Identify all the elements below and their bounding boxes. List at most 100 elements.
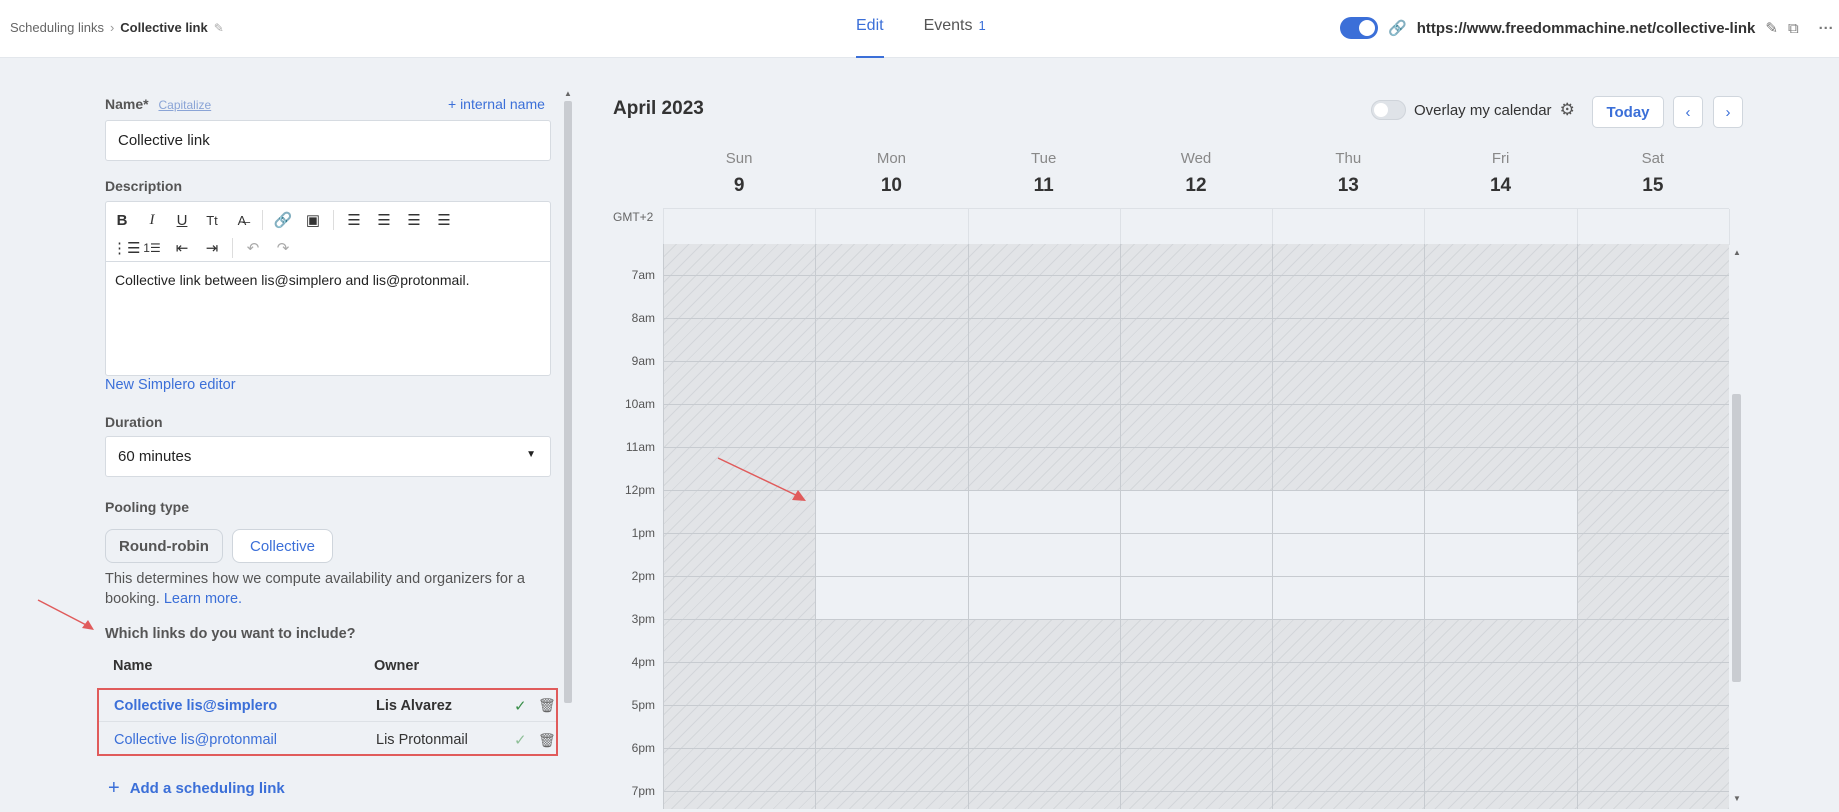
tab-events[interactable]: Events 1 bbox=[924, 0, 986, 58]
align-left-icon[interactable]: ☰ bbox=[344, 211, 364, 229]
day-name: Tue bbox=[1031, 150, 1057, 167]
link-enabled-toggle[interactable] bbox=[1340, 17, 1378, 39]
align-center-icon[interactable]: ☰ bbox=[374, 211, 394, 229]
overlay-toggle[interactable] bbox=[1371, 100, 1406, 120]
round-robin-button[interactable]: Round-robin bbox=[105, 529, 223, 563]
all-day-divider bbox=[663, 209, 664, 245]
all-day-divider bbox=[1119, 209, 1121, 245]
hour-label: 5pm bbox=[631, 698, 655, 712]
all-day-divider bbox=[1729, 209, 1730, 245]
gear-icon[interactable]: ⚙ bbox=[1560, 100, 1575, 120]
link-icon[interactable]: 🔗 bbox=[273, 211, 293, 229]
annotation-arrow bbox=[37, 599, 94, 630]
indent-icon[interactable]: ⇥ bbox=[202, 239, 222, 257]
toolbar-divider bbox=[232, 238, 233, 258]
form-scrollbar[interactable] bbox=[564, 101, 572, 703]
calendar-scrollbar[interactable] bbox=[1732, 394, 1741, 682]
hour-label: 6pm bbox=[631, 741, 655, 755]
plus-icon: + bbox=[108, 777, 120, 799]
outdent-icon[interactable]: ⇤ bbox=[172, 239, 192, 257]
name-label: Name* Capitalize bbox=[105, 96, 211, 112]
day-name: Mon bbox=[876, 150, 907, 167]
breadcrumb: Scheduling links › Collective link ✎ bbox=[10, 20, 224, 35]
name-input[interactable]: Collective link bbox=[105, 120, 551, 161]
bullet-list-icon[interactable]: ⋮☰ bbox=[112, 239, 140, 257]
pencil-icon[interactable]: ✎ bbox=[1765, 19, 1778, 37]
check-icon[interactable]: ✓ bbox=[514, 697, 527, 715]
hour-label: 9am bbox=[631, 354, 655, 368]
pencil-icon[interactable]: ✎ bbox=[214, 21, 224, 35]
clear-format-icon[interactable]: A̶ bbox=[232, 213, 252, 228]
link-name[interactable]: Collective lis@protonmail bbox=[114, 732, 277, 748]
day-header-fri: Fri 14 bbox=[1424, 150, 1576, 197]
link-controls: 🔗 https://www.freedommachine.net/collect… bbox=[1340, 14, 1834, 42]
text-size-icon[interactable]: Tt bbox=[202, 213, 222, 228]
hour-label: 7am bbox=[631, 268, 655, 282]
link-name[interactable]: Collective lis@simplero bbox=[114, 698, 277, 714]
check-icon[interactable]: ✓ bbox=[514, 731, 527, 749]
hour-line bbox=[663, 447, 1729, 448]
scroll-up-icon[interactable]: ▲ bbox=[1733, 248, 1741, 257]
collective-button[interactable]: Collective bbox=[232, 529, 333, 563]
day-header-tue: Tue 11 bbox=[968, 150, 1120, 197]
add-scheduling-link-button[interactable]: + Add a scheduling link bbox=[108, 777, 285, 800]
available-slot[interactable] bbox=[1119, 490, 1273, 619]
day-date: 14 bbox=[1489, 175, 1512, 196]
available-slot[interactable] bbox=[1272, 490, 1425, 619]
day-divider bbox=[815, 244, 817, 809]
external-link-icon[interactable]: ⧉ bbox=[1788, 20, 1799, 37]
align-right-icon[interactable]: ☰ bbox=[404, 211, 424, 229]
scroll-up-icon[interactable]: ▲ bbox=[564, 89, 572, 98]
image-icon[interactable]: ▣ bbox=[303, 211, 323, 229]
hour-line bbox=[663, 275, 1729, 276]
italic-icon[interactable]: I bbox=[142, 212, 162, 229]
duration-select[interactable]: 60 minutes ▼ bbox=[105, 436, 551, 477]
trash-icon[interactable]: 🗑 bbox=[538, 697, 556, 714]
breadcrumb-parent[interactable]: Scheduling links bbox=[10, 20, 104, 35]
numbered-list-icon[interactable]: 1☰ bbox=[142, 241, 162, 255]
tab-edit-label: Edit bbox=[856, 17, 884, 34]
day-date: 9 bbox=[733, 175, 745, 196]
more-icon[interactable]: ··· bbox=[1819, 20, 1834, 37]
duration-value: 60 minutes bbox=[118, 448, 192, 465]
toolbar-divider bbox=[262, 210, 263, 230]
redo-icon[interactable]: ↷ bbox=[273, 239, 293, 257]
trash-icon[interactable]: 🗑 bbox=[538, 732, 556, 749]
next-week-button[interactable]: › bbox=[1713, 96, 1743, 128]
capitalize-link[interactable]: Capitalize bbox=[158, 98, 211, 112]
underline-icon[interactable]: U bbox=[172, 212, 192, 229]
day-divider bbox=[1272, 244, 1274, 809]
available-slot[interactable] bbox=[967, 490, 1120, 619]
prev-week-button[interactable]: ‹ bbox=[1673, 96, 1703, 128]
link-owner: Lis Protonmail bbox=[376, 732, 468, 748]
bold-icon[interactable]: B bbox=[112, 212, 132, 229]
day-divider bbox=[967, 244, 969, 809]
available-slot[interactable] bbox=[815, 490, 968, 619]
available-slot[interactable] bbox=[1424, 490, 1577, 619]
align-justify-icon[interactable]: ☰ bbox=[434, 211, 454, 229]
pooling-help: This determines how we compute availabil… bbox=[105, 569, 555, 609]
link-owner: Lis Alvarez bbox=[376, 697, 453, 714]
link-url[interactable]: https://www.freedommachine.net/collectiv… bbox=[1417, 20, 1756, 37]
undo-icon[interactable]: ↶ bbox=[243, 239, 263, 257]
all-day-divider bbox=[1576, 209, 1578, 245]
toolbar-divider bbox=[333, 210, 334, 230]
internal-name-link[interactable]: + internal name bbox=[448, 96, 545, 112]
hour-label: 12pm bbox=[624, 483, 655, 497]
hour-label: 3pm bbox=[631, 612, 655, 626]
day-header-mon: Mon 10 bbox=[815, 150, 967, 197]
tab-events-label: Events bbox=[923, 17, 973, 34]
linked-links-table: Collective lis@simplero Lis Alvarez ✓ 🗑 … bbox=[97, 688, 558, 756]
scroll-down-icon[interactable]: ▼ bbox=[1733, 794, 1741, 803]
tab-edit[interactable]: Edit bbox=[856, 0, 884, 58]
today-button[interactable]: Today bbox=[1592, 96, 1664, 128]
description-text[interactable]: Collective link between lis@simplero and… bbox=[106, 262, 550, 298]
all-day-divider bbox=[967, 209, 969, 245]
learn-more-link[interactable]: Learn more. bbox=[164, 591, 242, 607]
new-editor-link[interactable]: New Simplero editor bbox=[105, 377, 236, 393]
day-header-wed: Wed 12 bbox=[1120, 150, 1272, 197]
hour-label: 4pm bbox=[631, 655, 655, 669]
day-date: 13 bbox=[1337, 175, 1359, 196]
link-icon: 🔗 bbox=[1388, 20, 1407, 37]
hour-line bbox=[663, 619, 1729, 620]
